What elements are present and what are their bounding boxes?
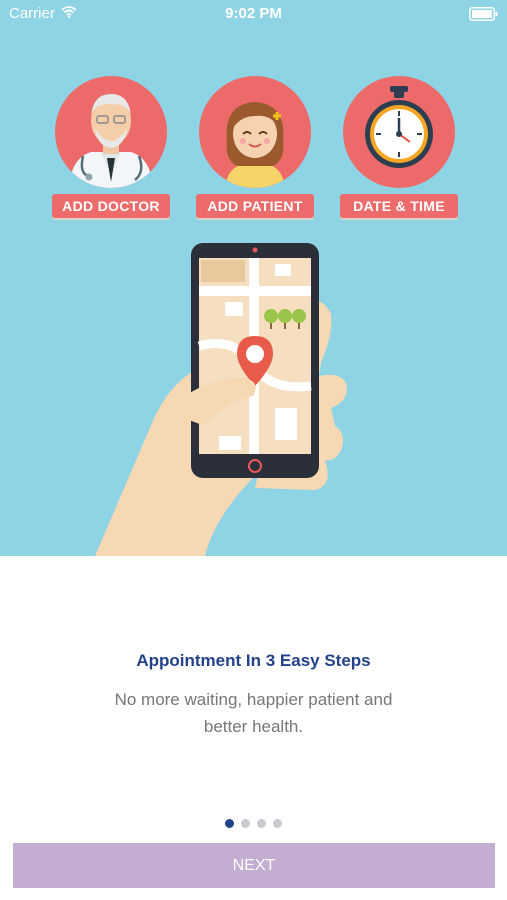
phone-map-icon — [95, 236, 385, 556]
onboarding-content: Appointment In 3 Easy Steps No more wait… — [0, 556, 507, 900]
onboarding-title: Appointment In 3 Easy Steps — [136, 651, 371, 670]
page-dot-2[interactable] — [241, 819, 250, 828]
stopwatch-icon — [343, 76, 455, 188]
onboarding-subtitle: No more waiting, happier patient and bet… — [114, 690, 393, 736]
status-bar: Carrier 9:02 PM — [0, 0, 507, 28]
step-add-patient-label: ADD PATIENT — [196, 194, 314, 218]
patient-icon — [199, 76, 311, 188]
doctor-icon — [55, 76, 167, 188]
status-time: 9:02 PM — [225, 5, 282, 22]
page-indicator[interactable] — [0, 819, 507, 828]
page-dot-4[interactable] — [273, 819, 282, 828]
step-date-time-label: DATE & TIME — [340, 194, 458, 218]
step-date-time: DATE & TIME — [340, 76, 458, 218]
step-add-patient: ADD PATIENT — [196, 76, 314, 218]
hero-banner: Carrier 9:02 PM ADD DOCTOR ADD PATIENT D… — [0, 0, 507, 556]
page-dot-3[interactable] — [257, 819, 266, 828]
next-button[interactable]: NEXT — [13, 843, 495, 888]
battery-icon — [469, 7, 499, 25]
step-add-doctor-label: ADD DOCTOR — [52, 194, 170, 218]
step-add-doctor: ADD DOCTOR — [52, 76, 170, 218]
page-dot-1[interactable] — [225, 819, 234, 828]
